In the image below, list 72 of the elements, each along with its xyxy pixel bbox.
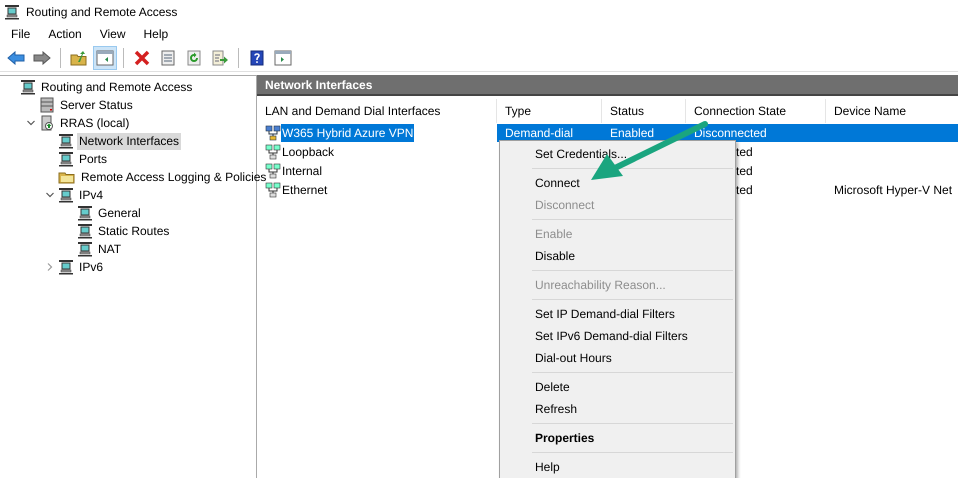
network-icon [265, 162, 281, 178]
window-title: Routing and Remote Access [26, 4, 178, 20]
computer-icon [58, 187, 74, 203]
tree-item[interactable]: Static Routes [96, 222, 172, 240]
menu-item[interactable]: Properties [535, 429, 594, 447]
network-icon [265, 124, 281, 140]
computer-icon [77, 241, 93, 257]
delete-icon [134, 50, 150, 66]
network-icon [265, 144, 281, 160]
tree-item[interactable]: Network Interfaces [77, 132, 182, 150]
collapse-chevron-icon[interactable] [26, 118, 36, 128]
server-rack-icon [39, 97, 55, 113]
computer-icon [20, 79, 36, 95]
folder-up-icon [70, 50, 88, 66]
pane-header: Network Interfaces [257, 75, 958, 96]
menu-item[interactable]: Set Credentials... [535, 145, 628, 163]
computer-icon [58, 151, 74, 167]
tree-item[interactable]: IPv6 [77, 258, 106, 276]
tree-item[interactable]: IPv4 [77, 186, 106, 204]
network-icon [265, 182, 281, 198]
action-pane-icon [274, 50, 292, 66]
table-cell-text: ted [736, 182, 753, 198]
computer-icon [58, 259, 74, 275]
table-cell-text: Disconnected [694, 124, 767, 142]
table-cell-text: Microsoft Hyper-V Net [834, 182, 952, 198]
tree-pane-icon [96, 50, 114, 66]
expand-chevron-icon[interactable] [45, 262, 55, 272]
tree-item[interactable]: Server Status [58, 96, 135, 114]
tree-item[interactable]: Ports [77, 150, 110, 168]
tree-item[interactable]: General [96, 204, 143, 222]
menu-item[interactable]: Connect [535, 174, 580, 192]
table-cell-text: Enabled [610, 124, 654, 142]
computer-icon [77, 205, 93, 221]
server-icon [39, 115, 55, 131]
collapse-chevron-icon[interactable] [45, 190, 55, 200]
export-list-icon [211, 50, 229, 66]
refresh-icon [186, 50, 202, 66]
column-header[interactable]: Connection State [686, 99, 826, 123]
menu-item[interactable]: File [2, 24, 40, 42]
computer-icon [58, 133, 74, 149]
menu-item[interactable]: Dial-out Hours [535, 349, 612, 367]
table-cell-text: ted [736, 144, 753, 160]
menu-item[interactable]: Disable [535, 247, 576, 265]
column-header[interactable]: Type [497, 99, 602, 123]
table-cell[interactable]: W365 Hybrid Azure VPN [281, 124, 414, 142]
tree-item[interactable]: RRAS (local) [58, 114, 132, 132]
menu-item[interactable]: Delete [535, 378, 570, 396]
menu-item[interactable]: View [90, 24, 134, 42]
back-arrow-icon [7, 50, 25, 64]
column-header[interactable]: Status [602, 99, 686, 123]
column-header[interactable]: LAN and Demand Dial Interfaces [257, 99, 497, 123]
help-icon [249, 50, 265, 66]
menu-item[interactable]: Help [134, 24, 178, 42]
toolbar-button[interactable] [93, 46, 117, 70]
column-header[interactable]: Device Name [826, 99, 958, 123]
table-cell[interactable]: Internal [281, 162, 324, 180]
menu-item[interactable]: Set IPv6 Demand-dial Filters [535, 327, 688, 345]
table-cell[interactable]: Ethernet [281, 180, 328, 198]
computer-icon [4, 4, 20, 20]
tree-item[interactable]: Remote Access Logging & Policies [79, 168, 268, 186]
table-cell-text: Demand-dial [505, 124, 574, 142]
computer-icon [77, 223, 93, 239]
menu-item[interactable]: Action [39, 24, 91, 42]
tree-item[interactable]: Routing and Remote Access [39, 78, 194, 96]
forward-arrow-icon [33, 50, 51, 64]
properties-icon [160, 50, 176, 66]
table-cell[interactable]: Loopback [281, 142, 336, 160]
menu-item[interactable]: Set IP Demand-dial Filters [535, 305, 675, 323]
menu-item[interactable]: Help [535, 458, 560, 476]
tree-item[interactable]: NAT [96, 240, 124, 258]
table-cell-text: ted [736, 162, 753, 180]
menu-item[interactable]: Refresh [535, 400, 578, 418]
